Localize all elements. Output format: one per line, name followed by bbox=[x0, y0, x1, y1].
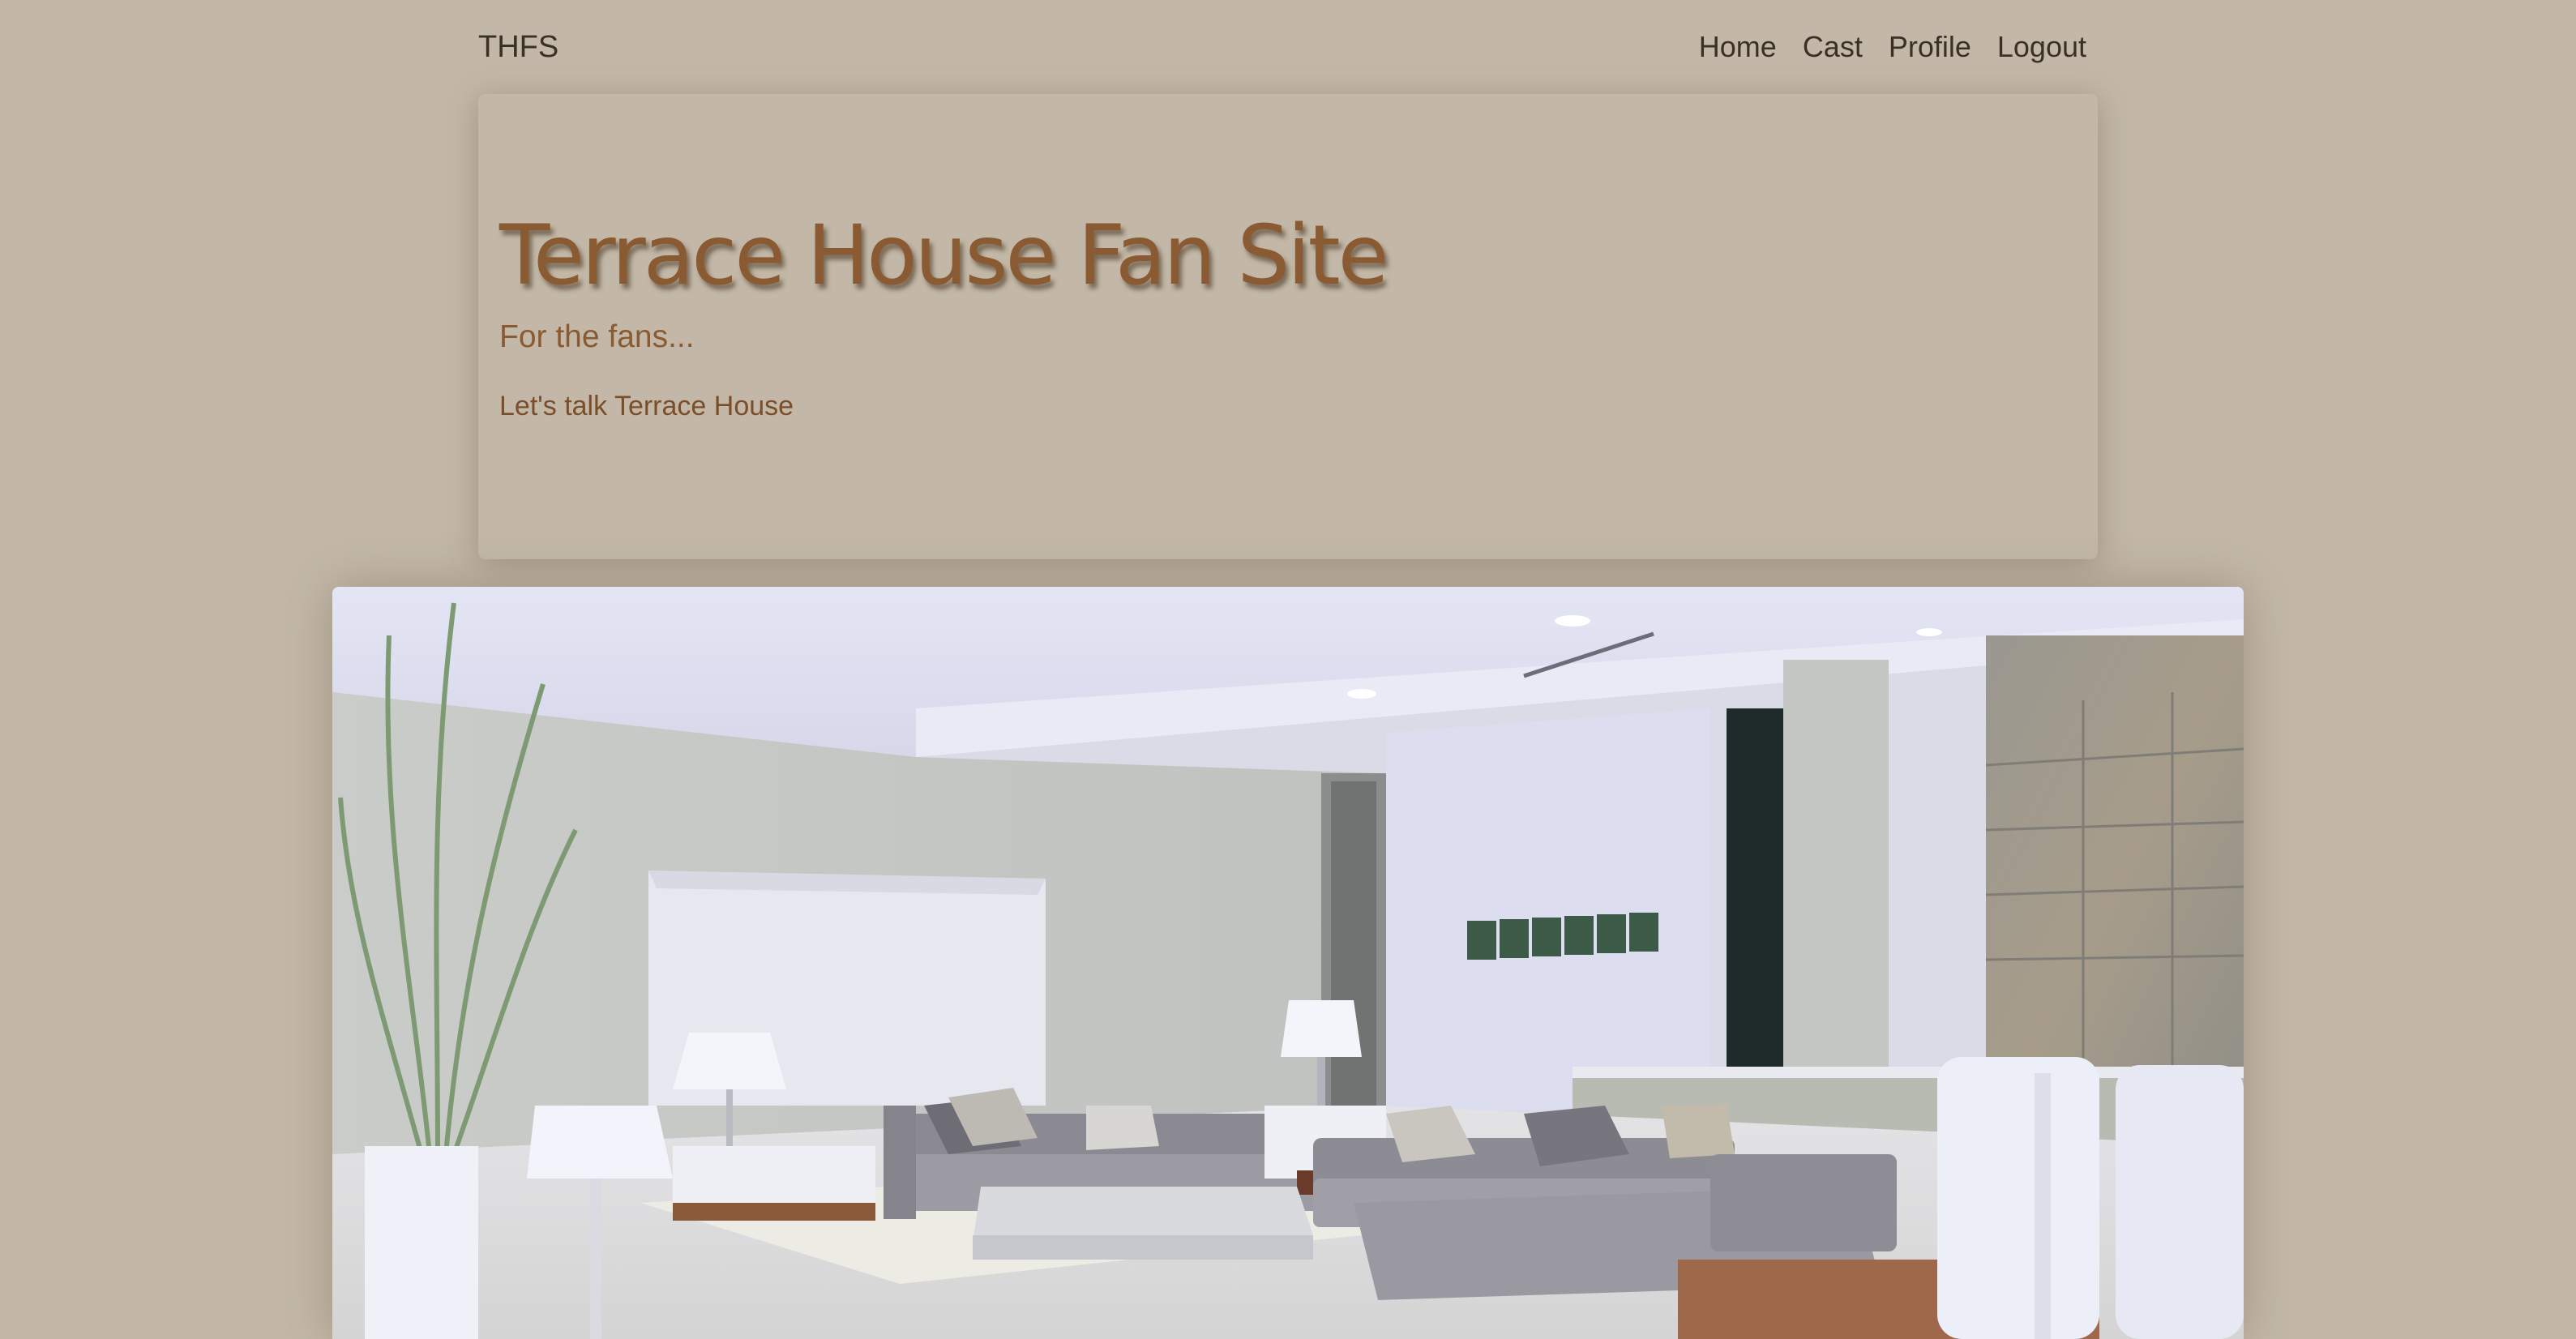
nav-link-home[interactable]: Home bbox=[1699, 30, 1777, 64]
page-subtitle: For the fans... bbox=[499, 319, 695, 354]
hero-image bbox=[332, 587, 2244, 1339]
page-title: Terrace House Fan Site bbox=[499, 207, 1389, 304]
living-room-photo bbox=[332, 587, 2244, 1339]
nav-link-logout[interactable]: Logout bbox=[1997, 30, 2086, 64]
navbar: THFS Home Cast Profile Logout bbox=[478, 19, 2086, 75]
page: THFS Home Cast Profile Logout Terrace Ho… bbox=[0, 0, 2576, 1339]
nav-link-cast[interactable]: Cast bbox=[1803, 30, 1863, 64]
nav-links: Home Cast Profile Logout bbox=[1699, 30, 2086, 64]
page-tagline: Let's talk Terrace House bbox=[499, 391, 794, 421]
jumbotron: Terrace House Fan Site For the fans... L… bbox=[478, 94, 2098, 559]
nav-link-profile[interactable]: Profile bbox=[1889, 30, 1971, 64]
brand-link[interactable]: THFS bbox=[478, 30, 558, 65]
